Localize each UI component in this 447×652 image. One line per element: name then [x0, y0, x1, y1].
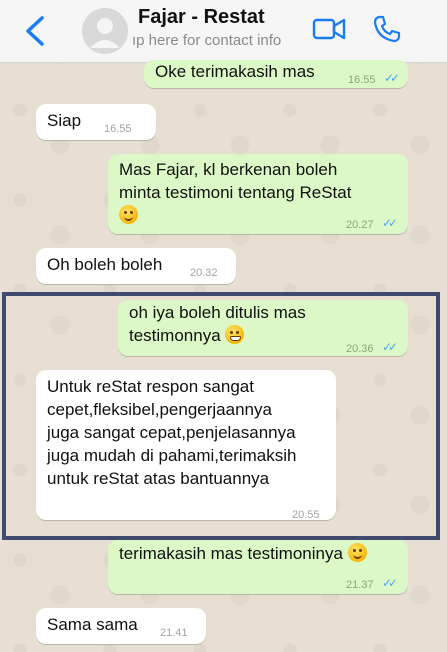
message-line: Mas Fajar, kl berkenan boleh	[119, 160, 338, 179]
message-bubble-outgoing[interactable]: Oke terimakasih mas 16.55 ✓✓	[144, 60, 408, 88]
message-bubble-outgoing[interactable]: oh iya boleh ditulis mas testimonnya 20.…	[118, 300, 408, 356]
smile-emoji-icon	[119, 205, 138, 224]
message-bubble-incoming[interactable]: Untuk reStat respon sangat cepet,fleksib…	[36, 370, 336, 521]
message-bubble-incoming[interactable]: Oh boleh boleh 20.32	[36, 248, 236, 284]
smile-emoji-icon	[347, 543, 367, 562]
double-check-icon: ✓✓	[382, 340, 398, 354]
double-check-icon: ✓✓	[382, 576, 398, 590]
phone-call-icon[interactable]	[372, 14, 402, 44]
message-time: 21.37	[346, 579, 374, 591]
message-bubble-incoming[interactable]: Siap 16.55	[36, 104, 156, 140]
message-time: 20.36	[346, 343, 374, 355]
grin-emoji-icon	[225, 325, 245, 344]
message-text: Oke terimakasih mas	[155, 62, 315, 81]
message-time: 20.27	[346, 219, 374, 231]
message-time: 16.55	[348, 74, 376, 86]
contact-name[interactable]: Fajar - Restat	[138, 6, 265, 29]
avatar-placeholder-icon	[82, 8, 128, 54]
message-line: oh iya boleh ditulis mas	[129, 303, 306, 322]
double-check-icon: ✓✓	[384, 71, 400, 85]
message-line: Untuk reStat respon sangat	[47, 377, 254, 396]
chat-header: Fajar - Restat ıp here for contact info	[0, 0, 447, 63]
message-line: juga sangat cepat,penjelasannya	[47, 423, 296, 442]
message-line: minta testimoni tentang ReStat	[119, 183, 352, 202]
back-chevron-icon[interactable]	[22, 14, 50, 48]
message-line: cepet,fleksibel,pengerjaannya	[47, 400, 272, 419]
message-time: 20.32	[190, 267, 218, 279]
message-text: Siap	[47, 111, 82, 130]
message-text: terimakasih mas testimoninya	[119, 544, 343, 563]
avatar[interactable]	[82, 8, 128, 54]
video-call-icon[interactable]	[312, 16, 346, 42]
message-bubble-outgoing[interactable]: Mas Fajar, kl berkenan boleh minta testi…	[108, 154, 408, 234]
contact-subtitle[interactable]: ıp here for contact info	[132, 32, 304, 49]
message-text: Sama sama	[47, 615, 138, 634]
message-line: untuk reStat atas bantuannya	[47, 469, 270, 488]
message-line: juga mudah di pahami,terimaksih	[47, 446, 297, 465]
message-bubble-outgoing[interactable]: terimakasih mas testimoninya 21.37 ✓✓	[108, 540, 408, 594]
message-text: Oh boleh boleh	[47, 255, 163, 274]
message-line: testimonnya	[129, 326, 221, 345]
message-time: 21.41	[160, 627, 188, 639]
message-bubble-incoming[interactable]: Sama sama 21.41	[36, 608, 206, 644]
message-time: 20.55	[292, 509, 320, 521]
message-time: 16.55	[104, 123, 132, 135]
double-check-icon: ✓✓	[382, 216, 398, 230]
